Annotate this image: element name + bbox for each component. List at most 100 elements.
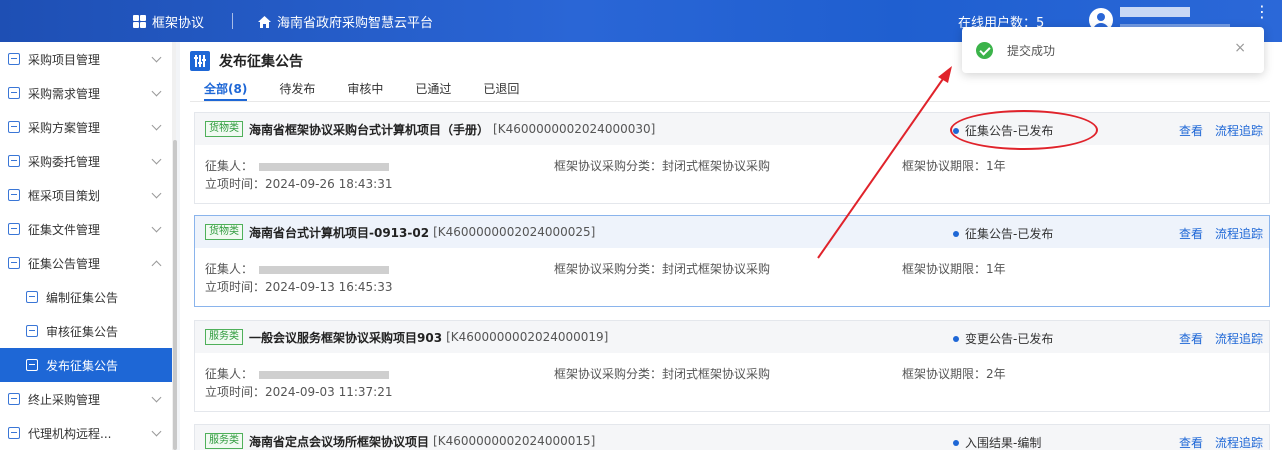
tab-approved[interactable]: 已通过	[415, 80, 451, 100]
type-badge: 服务类	[205, 433, 243, 449]
sidebar-item-agency-remote[interactable]: 代理机构远程...	[0, 416, 172, 450]
trace-link[interactable]: 流程追踪	[1215, 436, 1263, 450]
project-card-header: 服务类 一般会议服务框架协议采购项目903 [K4600000002024000…	[195, 321, 1269, 353]
close-icon[interactable]: ×	[1234, 40, 1246, 56]
sidebar-item-label: 终止采购管理	[28, 392, 101, 407]
sidebar-item-framework-plan[interactable]: 框采项目策划	[0, 178, 172, 212]
redacted-text	[259, 162, 390, 171]
collector-label: 征集人：	[205, 159, 254, 173]
sidebar-item-label: 征集公告管理	[28, 256, 101, 271]
redacted-text	[259, 370, 390, 379]
edit-icon	[26, 291, 38, 303]
status-text: 变更公告-已发布	[965, 332, 1054, 346]
status-badge: 变更公告-已发布	[953, 330, 1053, 347]
document-icon	[8, 257, 20, 269]
sidebar-item-label: 代理机构远程...	[28, 426, 112, 441]
type-badge: 货物类	[205, 121, 243, 137]
app-brand[interactable]: 框架协议	[133, 12, 204, 31]
category-label: 框架协议采购分类：	[554, 262, 663, 276]
sidebar-item-plan-mgmt[interactable]: 采购方案管理	[0, 110, 172, 144]
sidebar-scrollbar[interactable]	[173, 140, 177, 450]
category-value: 封闭式框架协议采购	[662, 367, 771, 381]
user-name-redacted[interactable]	[1120, 7, 1190, 17]
chevron-down-icon	[151, 86, 162, 97]
project-card-body: 征集人： 框架协议采购分类：封闭式框架协议采购 框架协议期限：2年 立项时间：2…	[195, 353, 1269, 411]
app-name: 框架协议	[152, 16, 205, 31]
sidebar-item-terminate[interactable]: 终止采购管理	[0, 382, 172, 416]
folder-icon	[8, 189, 20, 201]
sidebar-item-collection-notice[interactable]: 征集公告管理	[0, 246, 172, 280]
trace-link[interactable]: 流程追踪	[1215, 124, 1263, 138]
project-card: 货物类 海南省台式计算机项目-0913-02 [K460000000202400…	[194, 215, 1270, 307]
view-link[interactable]: 查看	[1179, 227, 1203, 241]
type-badge: 服务类	[205, 329, 243, 345]
sidebar-item-collection-docs[interactable]: 征集文件管理	[0, 212, 172, 246]
tab-returned[interactable]: 已退回	[483, 80, 519, 100]
created-label: 立项时间：	[205, 177, 266, 191]
project-code: [K4600000002024000025]	[433, 225, 596, 239]
terminate-icon	[8, 393, 20, 405]
platform-name: 海南省政府采购智慧云平台	[277, 16, 434, 31]
category-label: 框架协议采购分类：	[554, 159, 663, 173]
sidebar-item-label: 框采项目策划	[28, 188, 101, 203]
collector-label: 征集人：	[205, 262, 254, 276]
category-label: 框架协议采购分类：	[554, 367, 663, 381]
success-toast: 提交成功 ×	[962, 27, 1264, 73]
sidebar-subitem-review-notice[interactable]: 审核征集公告	[0, 314, 172, 348]
status-text: 征集公告-已发布	[965, 227, 1054, 241]
type-badge: 货物类	[205, 224, 243, 240]
status-badge: 入围结果-编制	[953, 434, 1041, 450]
trace-link[interactable]: 流程追踪	[1215, 332, 1263, 346]
header-divider	[232, 13, 233, 29]
created-label: 立项时间：	[205, 280, 266, 294]
publish-icon	[26, 359, 38, 371]
status-tabs: 全部(8) 待发布 审核中 已通过 已退回	[204, 80, 551, 101]
trace-link[interactable]: 流程追踪	[1215, 227, 1263, 241]
sidebar-item-commission-mgmt[interactable]: 采购委托管理	[0, 144, 172, 178]
view-link[interactable]: 查看	[1179, 124, 1203, 138]
sidebar-subitem-publish-notice[interactable]: 发布征集公告	[0, 348, 172, 382]
project-title: 海南省定点会议场所框架协议项目	[249, 434, 430, 449]
chevron-down-icon	[151, 426, 162, 437]
redacted-text	[259, 265, 390, 274]
status-dot-icon	[953, 230, 959, 237]
sidebar-item-label: 采购委托管理	[28, 154, 101, 169]
project-code: [K4600000002024000015]	[433, 434, 596, 448]
collector-label: 征集人：	[205, 367, 254, 381]
created-value: 2024-09-26 18:43:31	[265, 177, 393, 191]
chevron-down-icon	[151, 120, 162, 131]
sidebar-item-demand-mgmt[interactable]: 采购需求管理	[0, 76, 172, 110]
status-badge: 征集公告-已发布	[953, 225, 1053, 242]
platform-link[interactable]: 海南省政府采购智慧云平台	[258, 12, 433, 31]
view-link[interactable]: 查看	[1179, 332, 1203, 346]
tab-pending[interactable]: 待发布	[279, 80, 315, 100]
document-icon	[8, 87, 20, 99]
page-header: 发布征集公告	[190, 51, 303, 71]
filter-settings-icon	[190, 51, 210, 71]
chevron-down-icon	[151, 222, 162, 233]
project-card: 服务类 海南省定点会议场所框架协议项目 [K460000000202400001…	[194, 424, 1270, 450]
sidebar-item-project-mgmt[interactable]: 采购项目管理	[0, 42, 172, 76]
view-link[interactable]: 查看	[1179, 436, 1203, 450]
term-value: 1年	[986, 262, 1006, 276]
project-title: 一般会议服务框架协议采购项目903	[249, 330, 443, 345]
tab-all[interactable]: 全部(8)	[204, 80, 248, 101]
project-title: 海南省台式计算机项目-0913-02	[249, 225, 430, 240]
sidebar-subitem-edit-notice[interactable]: 编制征集公告	[0, 280, 172, 314]
apps-grid-icon	[133, 15, 146, 28]
sidebar-item-label: 采购项目管理	[28, 52, 101, 67]
project-card-body: 征集人： 框架协议采购分类：封闭式框架协议采购 框架协议期限：1年 立项时间：2…	[195, 145, 1269, 203]
term-label: 框架协议期限：	[902, 262, 987, 276]
more-menu-icon[interactable]: ⋮	[1254, 4, 1270, 20]
created-value: 2024-09-03 11:37:21	[265, 385, 393, 399]
chevron-down-icon	[151, 52, 162, 63]
tab-reviewing[interactable]: 审核中	[347, 80, 383, 100]
term-label: 框架协议期限：	[902, 367, 987, 381]
review-icon	[26, 325, 38, 337]
project-card: 服务类 一般会议服务框架协议采购项目903 [K4600000002024000…	[194, 320, 1270, 412]
project-title: 海南省框架协议采购台式计算机项目（手册）	[249, 122, 490, 137]
document-icon	[8, 121, 20, 133]
sidebar-item-label: 征集文件管理	[28, 222, 101, 237]
sidebar-item-label: 采购方案管理	[28, 120, 101, 135]
project-code: [K4600000002024000030]	[493, 122, 656, 136]
